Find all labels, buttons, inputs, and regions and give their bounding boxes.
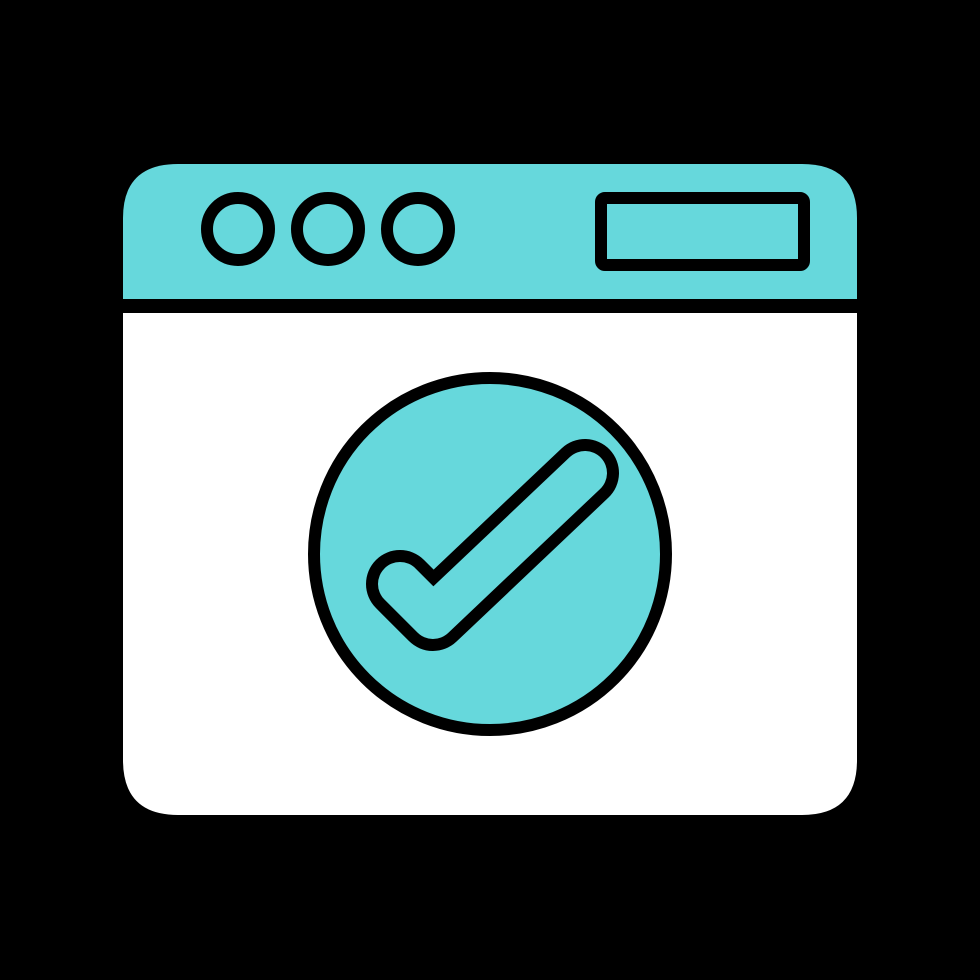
icon-canvas bbox=[0, 0, 980, 980]
dot-1-icon bbox=[201, 192, 275, 266]
address-bar-rectangle bbox=[595, 192, 810, 271]
dot-2-icon bbox=[291, 192, 365, 266]
title-bar-divider bbox=[123, 299, 857, 313]
browser-window-check-icon bbox=[123, 164, 857, 815]
dot-3-icon bbox=[381, 192, 455, 266]
